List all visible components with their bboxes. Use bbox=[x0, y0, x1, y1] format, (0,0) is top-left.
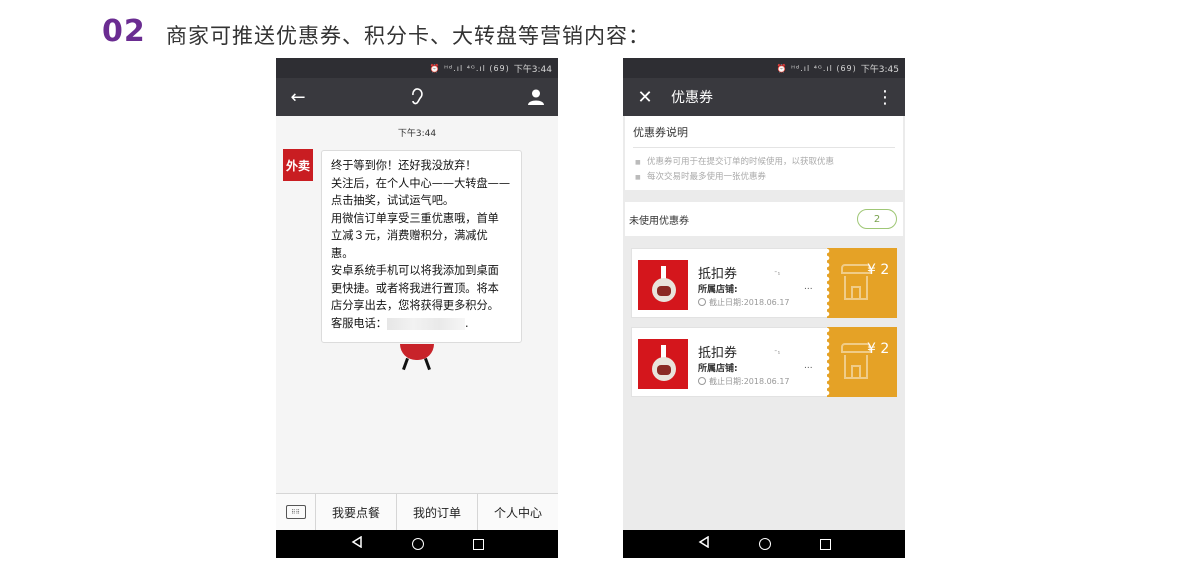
mascot-sticker bbox=[394, 344, 440, 372]
close-icon[interactable]: ✕ bbox=[633, 85, 657, 109]
welcome-message-bubble: 终于等到你！还好我没放弃！ 关注后，在个人中心——大转盘—— 点击抽奖，试试运气… bbox=[321, 150, 522, 343]
phone-chat-screen: ⏰ ᴴᵈ.ıl ⁴ᴳ.ıl (69) 下午3:44 ← 下午3:44 外卖 终于… bbox=[276, 58, 558, 558]
bottom-menu: ⠿⠿ 我要点餐 我的订单 个人中心 bbox=[276, 493, 558, 530]
section-heading: 商家可推送优惠券、积分卡、大转盘等营销内容： bbox=[166, 24, 650, 48]
more-vert-icon[interactable]: ⋮ bbox=[873, 85, 897, 109]
status-time: 下午3:44 bbox=[513, 64, 552, 75]
intro-item: 优惠券可用于在提交订单的时候使用，以获取优惠 bbox=[633, 155, 895, 170]
clock-icon bbox=[698, 298, 706, 306]
chat-topbar: ← bbox=[276, 78, 558, 116]
menu-my-orders[interactable]: 我的订单 bbox=[397, 494, 478, 530]
keyboard-icon: ⠿⠿ bbox=[285, 505, 306, 519]
back-arrow-icon[interactable]: ← bbox=[286, 85, 310, 109]
nav-recents-icon[interactable] bbox=[819, 538, 831, 550]
keyboard-toggle[interactable]: ⠿⠿ bbox=[276, 494, 316, 530]
nav-back-icon[interactable] bbox=[351, 535, 363, 552]
coupon-value-stub: ¥ 2 bbox=[824, 327, 897, 397]
unused-count-badge: 2 bbox=[857, 209, 897, 229]
message-line: 点击抽奖，试试运气吧。 bbox=[331, 194, 455, 207]
coupon-description-card: 优惠券说明 优惠券可用于在提交订单的时候使用，以获取优惠 每次交易时最多使用一张… bbox=[625, 116, 903, 190]
coupon-card[interactable]: 抵扣券 ˉ¹ 所属店铺: ... 截止日期:2018.06.17 ¥ 2 bbox=[631, 248, 897, 318]
coupon-store-value: ... bbox=[804, 282, 813, 292]
intro-item: 每次交易时最多使用一张优惠券 bbox=[633, 170, 895, 185]
unused-coupons-label: 未使用优惠券 bbox=[629, 215, 689, 227]
coupon-expire: 截止日期:2018.06.17 bbox=[698, 376, 790, 387]
coupon-topbar: ✕ 优惠券 ⋮ bbox=[623, 78, 905, 116]
service-phone-end: . bbox=[464, 316, 469, 330]
message-line: 立减３元，消费赠积分，满减优 bbox=[331, 229, 488, 242]
intro-list: 优惠券可用于在提交订单的时候使用，以获取优惠 每次交易时最多使用一张优惠券 bbox=[633, 155, 895, 185]
message-line: 关注后，在个人中心——大转盘—— bbox=[331, 176, 511, 190]
coupon-store-value: ... bbox=[804, 361, 813, 371]
chat-timestamp: 下午3:44 bbox=[397, 129, 437, 139]
store-logo bbox=[638, 260, 688, 310]
status-bar: ⏰ ᴴᵈ.ıl ⁴ᴳ.ıl (69) 下午3:44 bbox=[276, 58, 558, 78]
message-line: 惠。 bbox=[331, 246, 354, 260]
message-line: 终于等到你！还好我没放弃！ bbox=[331, 159, 477, 172]
page-title: 优惠券 bbox=[671, 90, 713, 106]
store-logo bbox=[638, 339, 688, 389]
coupon-price: ¥ 2 bbox=[867, 341, 890, 357]
android-navbar bbox=[276, 530, 558, 558]
message-line: 更快捷。或者将我进行置顶。将本 bbox=[331, 281, 499, 295]
coupon-value-stub: ¥ 2 bbox=[824, 248, 897, 318]
message-line: 安卓系统手机可以将我添加到桌面 bbox=[331, 264, 499, 277]
coupon-card[interactable]: 抵扣券 ˉ¹ 所属店铺: ... 截止日期:2018.06.17 ¥ 2 bbox=[631, 327, 897, 397]
status-bar: ⏰ ᴴᵈ.ıl ⁴ᴳ.ıl (69) 下午3:45 bbox=[623, 58, 905, 78]
coupon-name: 抵扣券 bbox=[698, 346, 738, 361]
android-navbar bbox=[623, 530, 905, 558]
service-phone-line: 客服电话：. bbox=[331, 315, 512, 333]
section-number: 02 bbox=[102, 14, 146, 49]
service-phone-label: 客服电话： bbox=[331, 316, 387, 330]
message-line: 店分享出去，您将获得更多积分。 bbox=[331, 299, 499, 312]
nav-back-icon[interactable] bbox=[698, 535, 710, 552]
coupon-store-label: 所属店铺: bbox=[698, 364, 738, 374]
nav-recents-icon[interactable] bbox=[472, 538, 484, 550]
nav-home-icon[interactable] bbox=[411, 538, 424, 550]
message-line: 用微信订单享受三重优惠哦，首单 bbox=[331, 211, 499, 225]
status-icons: ⏰ ᴴᵈ.ıl ⁴ᴳ.ıl (69) bbox=[776, 63, 857, 73]
coupon-mark: ˉ¹ bbox=[774, 350, 781, 358]
status-time: 下午3:45 bbox=[860, 64, 899, 75]
page: 02 商家可推送优惠券、积分卡、大转盘等营销内容： ⏰ ᴴᵈ.ıl ⁴ᴳ.ıl … bbox=[0, 0, 1200, 586]
unused-coupons-bar[interactable]: 未使用优惠券 2 bbox=[625, 202, 903, 236]
intro-title: 优惠券说明 bbox=[633, 124, 895, 148]
coupon-store-label: 所属店铺: bbox=[698, 285, 738, 295]
coupon-expire: 截止日期:2018.06.17 bbox=[698, 297, 790, 308]
avatar[interactable]: 外卖 bbox=[283, 149, 313, 181]
coupon-price: ¥ 2 bbox=[867, 262, 890, 278]
menu-personal-center[interactable]: 个人中心 bbox=[478, 494, 558, 530]
profile-icon[interactable] bbox=[524, 85, 548, 109]
coupon-mark: ˉ¹ bbox=[774, 271, 781, 279]
coupon-name: 抵扣券 bbox=[698, 267, 738, 282]
blurred-phone-number bbox=[386, 317, 465, 330]
status-icons: ⏰ ᴴᵈ.ıl ⁴ᴳ.ıl (69) bbox=[429, 63, 510, 73]
nav-home-icon[interactable] bbox=[758, 538, 771, 550]
clock-icon bbox=[698, 377, 706, 385]
menu-order-food[interactable]: 我要点餐 bbox=[316, 494, 397, 530]
ear-icon[interactable] bbox=[405, 85, 429, 109]
phone-coupon-screen: ⏰ ᴴᵈ.ıl ⁴ᴳ.ıl (69) 下午3:45 ✕ 优惠券 ⋮ 优惠券说明 … bbox=[623, 58, 905, 558]
